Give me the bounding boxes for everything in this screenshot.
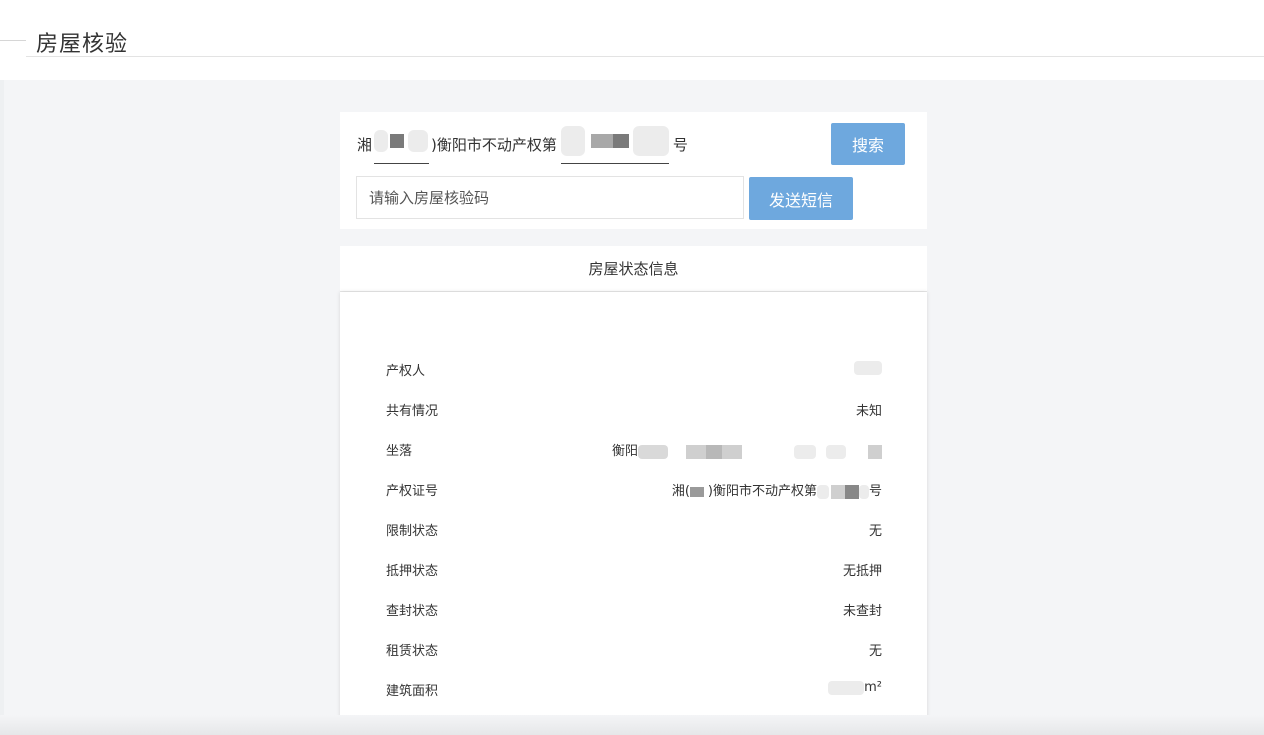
verification-code-input[interactable]	[356, 176, 744, 219]
info-row-location: 坐落 衡阳	[386, 440, 882, 460]
info-label: 限制状态	[386, 524, 439, 539]
left-edge-bar	[0, 80, 4, 735]
info-row-seizure-status: 查封状态 未查封	[386, 600, 882, 620]
cert-suffix-label: 号	[672, 135, 688, 154]
header-divider-left	[0, 40, 26, 41]
info-value: 无	[868, 644, 882, 659]
info-label: 产权人	[386, 364, 426, 379]
bottom-edge	[0, 715, 1264, 735]
info-row-co-ownership: 共有情况 未知	[386, 400, 882, 420]
search-button[interactable]: 搜索	[831, 123, 905, 165]
info-value: m²	[828, 680, 882, 695]
cert-prefix-label: 湘	[357, 135, 373, 154]
info-label: 共有情况	[386, 404, 439, 419]
search-card: 湘 )衡阳市不动产权第 号 搜索 发送短信	[340, 112, 927, 229]
info-value: 未知	[855, 404, 882, 419]
status-info-panel: 产权人 共有情况 未知 坐落 衡阳 产权证号 湘()衡阳市不动产权第号 限制状态…	[340, 292, 927, 735]
info-row-owner: 产权人	[386, 360, 882, 380]
info-value: 衡阳	[612, 440, 882, 459]
info-value: 无抵押	[842, 564, 882, 579]
send-sms-button[interactable]: 发送短信	[749, 177, 853, 220]
info-row-building-area: 建筑面积 m²	[386, 680, 882, 700]
header-divider	[26, 56, 1264, 57]
info-value	[854, 360, 882, 375]
info-label: 查封状态	[386, 604, 439, 619]
info-row-restriction-status: 限制状态 无	[386, 520, 882, 540]
info-value: 无	[868, 524, 882, 539]
page-header: 房屋核验	[0, 0, 1264, 80]
cert-region-input[interactable]	[374, 124, 430, 164]
info-value: 未查封	[842, 604, 882, 619]
info-label: 抵押状态	[386, 564, 439, 579]
info-label: 租赁状态	[386, 644, 439, 659]
info-label: 建筑面积	[386, 684, 439, 699]
page-title: 房屋核验	[36, 32, 129, 57]
info-row-lease-status: 租赁状态 无	[386, 640, 882, 660]
info-row-mortgage-status: 抵押状态 无抵押	[386, 560, 882, 580]
info-value: 湘()衡阳市不动产权第号	[671, 484, 882, 499]
status-section-title: 房屋状态信息	[340, 246, 927, 292]
cert-number-input[interactable]	[560, 124, 669, 164]
certificate-number-row: 湘 )衡阳市不动产权第 号	[357, 124, 688, 164]
info-label: 坐落	[386, 444, 413, 459]
info-label: 产权证号	[386, 484, 439, 499]
info-row-certificate-number: 产权证号 湘()衡阳市不动产权第号	[386, 480, 882, 500]
cert-middle-label: )衡阳市不动产权第	[431, 135, 557, 154]
